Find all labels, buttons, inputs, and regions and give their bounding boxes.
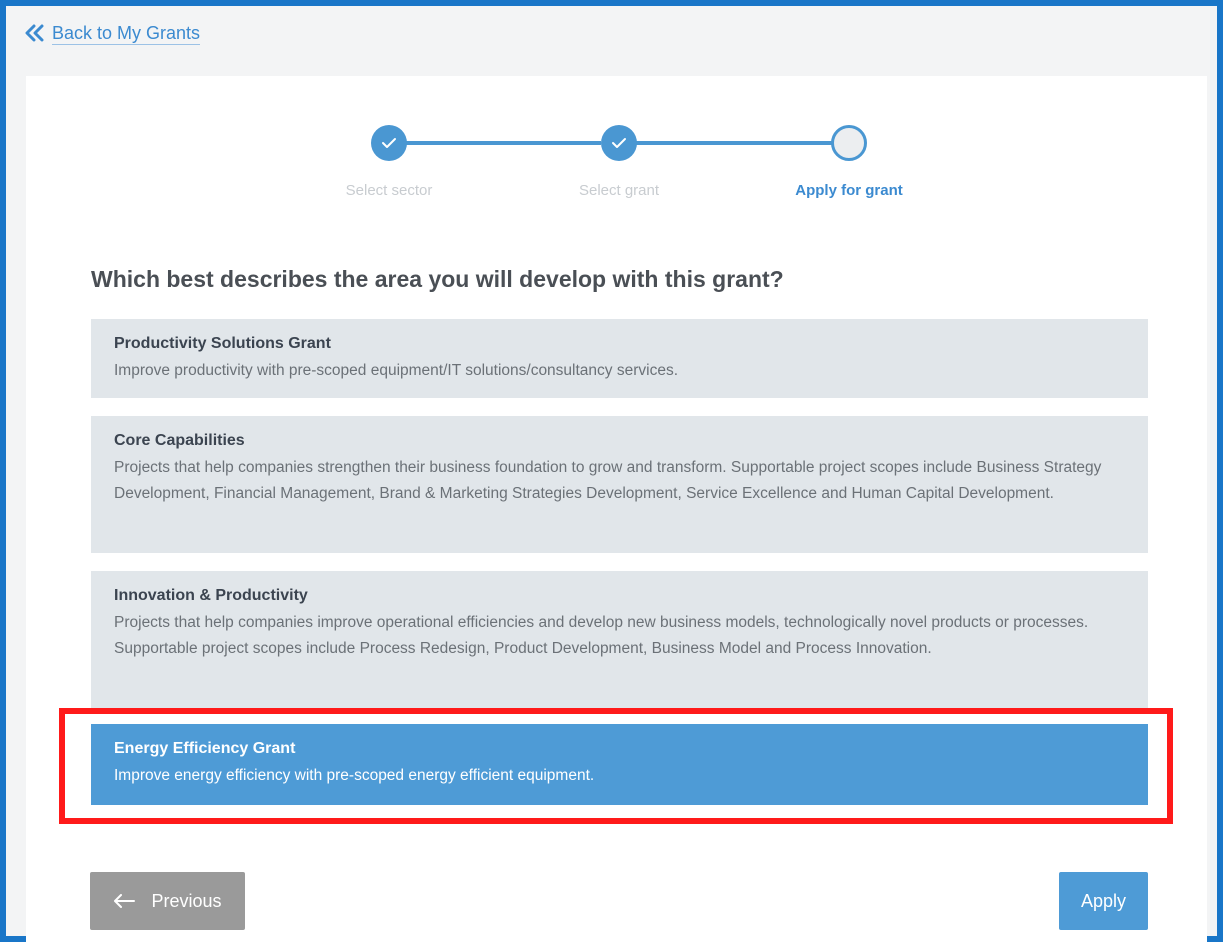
option-title: Core Capabilities (114, 432, 245, 449)
apply-button-label: Apply (1080, 890, 1127, 911)
option-core-capabilities[interactable]: Core Capabilities Projects that help com… (91, 416, 1148, 553)
step-connector-1 (389, 141, 601, 145)
option-description: Improve energy efficiency with pre-scope… (114, 767, 595, 784)
apply-button[interactable]: Apply (1059, 872, 1148, 930)
double-chevron-left-icon (25, 24, 44, 42)
previous-button-label: Previous (151, 890, 222, 911)
option-innovation-productivity[interactable]: Innovation & Productivity Projects that … (91, 571, 1148, 708)
option-productivity-solutions-grant[interactable]: Productivity Solutions Grant Improve pro… (91, 319, 1148, 398)
grant-application-card: Select sector Select grant Apply for gra… (26, 76, 1207, 948)
option-title: Innovation & Productivity (114, 587, 308, 604)
page-frame: Back to My Grants Select sector Select g… (0, 0, 1223, 948)
back-to-grants-link[interactable]: Back to My Grants (24, 20, 201, 46)
option-energy-efficiency-grant[interactable]: Energy Efficiency Grant Improve energy e… (91, 724, 1148, 805)
check-icon (612, 138, 626, 148)
step-3-indicator (831, 125, 867, 161)
step-connector-2 (619, 141, 833, 145)
step-2-indicator (601, 125, 637, 161)
step-3-label: Apply for grant (795, 182, 903, 199)
option-description: Projects that help companies improve ope… (114, 614, 1089, 657)
option-title: Energy Efficiency Grant (114, 740, 296, 757)
check-icon (382, 138, 396, 148)
back-link-label[interactable]: Back to My Grants (52, 22, 201, 45)
option-description: Improve productivity with pre-scoped equ… (114, 362, 679, 379)
step-2-label: Select grant (578, 182, 660, 199)
previous-button[interactable]: Previous (90, 872, 245, 930)
option-title: Productivity Solutions Grant (114, 335, 331, 352)
progress-stepper: Select sector Select grant Apply for gra… (26, 76, 1207, 236)
step-1-indicator (371, 125, 407, 161)
step-1-label: Select sector (345, 182, 433, 199)
option-description: Projects that help companies strengthen … (114, 459, 1102, 502)
arrow-left-icon (114, 894, 136, 908)
grant-area-question: Which best describes the area you will d… (91, 266, 784, 292)
